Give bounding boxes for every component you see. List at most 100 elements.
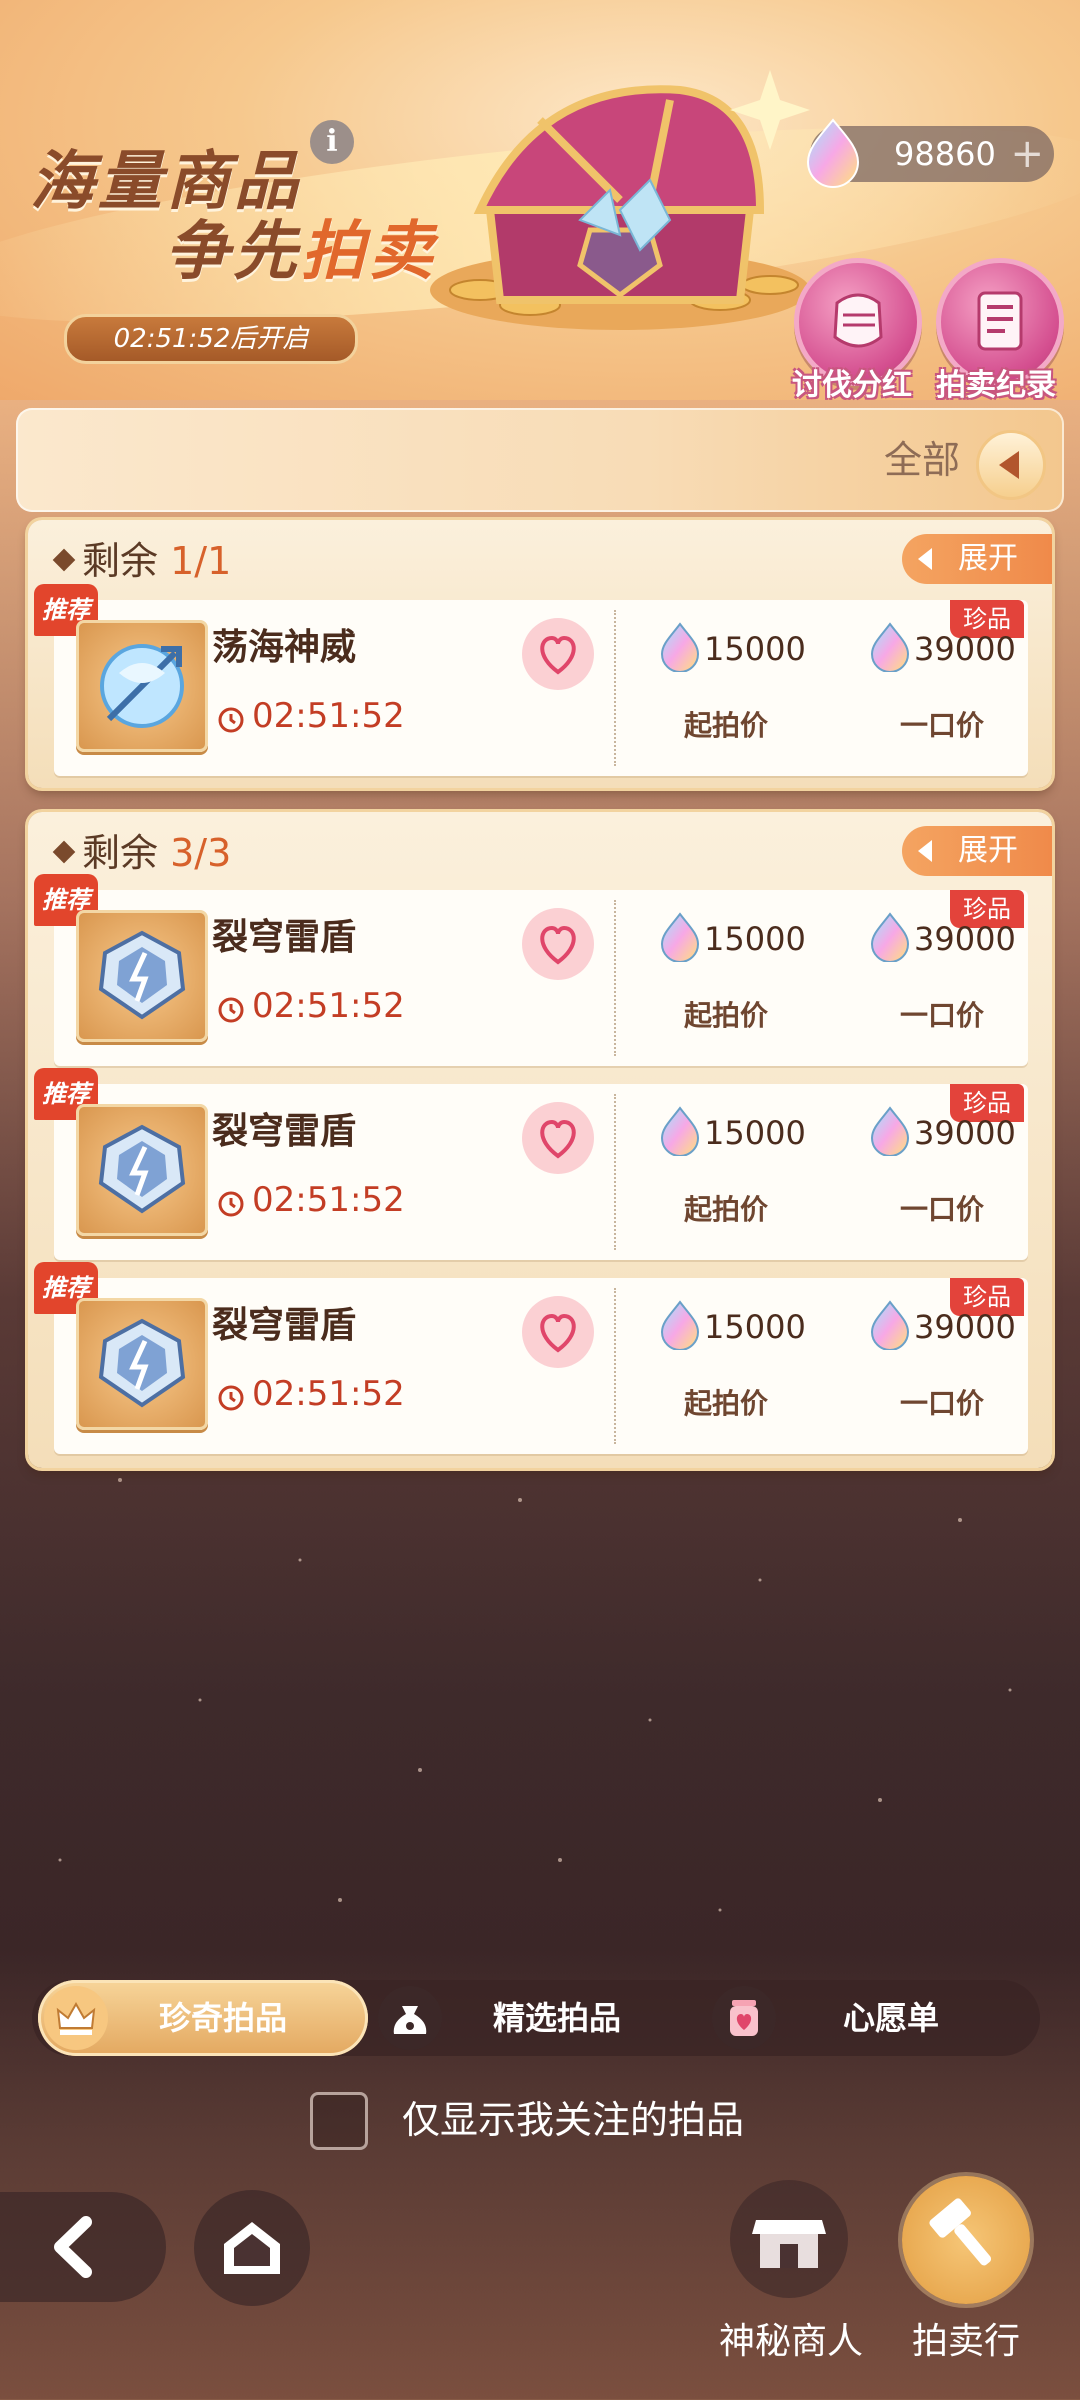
followed-only-label[interactable]: 仅显示我关注的拍品: [402, 2092, 744, 2148]
shop-icon: [752, 2220, 826, 2268]
chevron-left-icon: [54, 2216, 92, 2278]
banner-title-line2: 争先拍卖: [165, 200, 437, 292]
heart-icon: [540, 1313, 576, 1353]
rainbow-gem-icon: [806, 118, 860, 188]
buyout-price-label: 一口价: [900, 709, 985, 742]
tab-label: 珍奇拍品: [158, 1999, 287, 2037]
expand-label: 展开: [958, 833, 1018, 868]
item-countdown: 02:51:52: [252, 696, 405, 736]
remaining-value: 1/1: [170, 539, 232, 583]
tab-rare-items[interactable]: 珍奇拍品: [38, 1980, 368, 2056]
auction-item-card[interactable]: 推荐 裂穹雷盾 02:51:52 珍品 15000 起拍价 39000 一口价: [34, 1262, 1028, 1454]
remaining-label: 剩余: [82, 539, 159, 583]
mystery-merchant-label: 神秘商人: [718, 2321, 863, 2362]
heart-icon: [540, 635, 576, 675]
rainbow-gem-icon: [870, 1300, 910, 1350]
alarm-clock-icon: [218, 1385, 244, 1411]
auction-house-button[interactable]: [902, 2176, 1030, 2304]
item-thumbnail[interactable]: [76, 910, 208, 1042]
triangle-left-icon: [999, 451, 1019, 479]
filter-label: 全部: [883, 438, 960, 482]
rainbow-gem-icon: [660, 1106, 700, 1156]
alarm-clock-icon: [218, 707, 244, 733]
group-header: 剩余 1/1 展开: [28, 520, 1052, 596]
alarm-clock-icon: [218, 1191, 244, 1217]
buyout-price: 39000: [914, 630, 1016, 668]
remaining-count: 剩余 1/1: [82, 520, 231, 602]
favorite-button[interactable]: [522, 1296, 594, 1368]
buyout-price: 39000: [914, 1308, 1016, 1346]
tab-featured-items[interactable]: 精选拍品: [372, 1980, 702, 2056]
rainbow-gem-icon: [660, 912, 700, 962]
triangle-left-icon: [918, 840, 932, 862]
item-name: 裂穹雷盾: [212, 917, 357, 958]
rainbow-gem-icon: [660, 622, 700, 672]
auction-category-tabs: 珍奇拍品 精选拍品 心愿单: [32, 1980, 1040, 2056]
rainbow-gem-icon: [660, 1300, 700, 1350]
diamond-bullet-icon: [52, 548, 76, 572]
start-price: 15000: [704, 920, 806, 958]
start-price: 15000: [704, 1308, 806, 1346]
diamond-amount: 98860: [894, 135, 996, 173]
home-button[interactable]: [194, 2190, 310, 2306]
item-countdown: 02:51:52: [252, 1374, 405, 1414]
remaining-value: 3/3: [170, 831, 232, 875]
divider: [614, 1288, 616, 1444]
filter-toggle-button[interactable]: [976, 430, 1046, 500]
raid-dividend-label: 讨伐分红: [792, 368, 912, 403]
rainbow-gem-icon: [870, 622, 910, 672]
auction-group-panel: 剩余 1/1 展开 推荐 荡海神威 02:51:52 珍品 15000 起拍价 …: [28, 520, 1052, 788]
triangle-left-icon: [918, 548, 932, 570]
item-thumbnail[interactable]: [76, 620, 208, 752]
auction-item-card[interactable]: 推荐 裂穹雷盾 02:51:52 珍品 15000 起拍价 39000 一口价: [34, 874, 1028, 1066]
auction-item-card[interactable]: 推荐 荡海神威 02:51:52 珍品 15000 起拍价 39000 一口价: [34, 584, 1028, 776]
info-icon[interactable]: i: [310, 120, 354, 164]
favorite-button[interactable]: [522, 618, 594, 690]
buyout-price: 39000: [914, 1114, 1016, 1152]
heart-icon: [540, 925, 576, 965]
mystery-merchant-button[interactable]: [730, 2180, 848, 2298]
thunder-shield-icon: [98, 930, 186, 1020]
start-price: 15000: [704, 1114, 806, 1152]
auction-group-panel: 剩余 3/3 展开 推荐 裂穹雷盾 02:51:52 珍品 15000 起拍价 …: [28, 812, 1052, 1468]
auction-item-card[interactable]: 推荐 裂穹雷盾 02:51:52 珍品 15000 起拍价 39000 一口价: [34, 1068, 1028, 1260]
item-name: 裂穹雷盾: [212, 1305, 357, 1346]
back-button[interactable]: [0, 2192, 166, 2302]
item-name: 裂穹雷盾: [212, 1111, 357, 1152]
favorite-button[interactable]: [522, 1102, 594, 1174]
rainbow-gem-icon: [870, 1106, 910, 1156]
item-thumbnail[interactable]: [76, 1104, 208, 1236]
buyout-price-label: 一口价: [900, 999, 985, 1032]
diamond-currency-display[interactable]: 98860 +: [806, 118, 1054, 188]
tab-label: 精选拍品: [492, 1999, 621, 2037]
alarm-clock-icon: [218, 997, 244, 1023]
diamond-bullet-icon: [52, 840, 76, 864]
item-name: 荡海神威: [212, 627, 357, 668]
start-price: 15000: [704, 630, 806, 668]
start-price-label: 起拍价: [684, 709, 769, 742]
followed-only-checkbox[interactable]: [310, 2092, 368, 2150]
buyout-price-label: 一口价: [900, 1193, 985, 1226]
open-countdown-badge: 02:51:52后开启: [64, 314, 358, 364]
divider: [614, 900, 616, 1056]
banner-title-line2-b: 拍卖: [301, 215, 437, 289]
item-thumbnail[interactable]: [76, 1298, 208, 1430]
expand-button[interactable]: 展开: [902, 826, 1052, 876]
group-header: 剩余 3/3 展开: [28, 812, 1052, 888]
add-currency-button[interactable]: +: [1010, 126, 1044, 182]
thunder-shield-icon: [98, 1318, 186, 1408]
divider: [614, 610, 616, 766]
tab-wishlist[interactable]: 心愿单: [706, 1980, 1036, 2056]
start-price-label: 起拍价: [684, 1193, 769, 1226]
rainbow-gem-icon: [870, 912, 910, 962]
category-filter-bar[interactable]: 全部: [16, 408, 1064, 512]
start-price-label: 起拍价: [684, 1387, 769, 1420]
home-icon: [224, 2222, 280, 2274]
start-price-label: 起拍价: [684, 999, 769, 1032]
item-countdown: 02:51:52: [252, 1180, 405, 1220]
favorite-button[interactable]: [522, 908, 594, 980]
auction-record-label: 拍卖纪录: [936, 368, 1056, 403]
banner-title-line2-a: 争先: [165, 215, 301, 289]
buyout-price-label: 一口价: [900, 1387, 985, 1420]
expand-button[interactable]: 展开: [902, 534, 1052, 584]
